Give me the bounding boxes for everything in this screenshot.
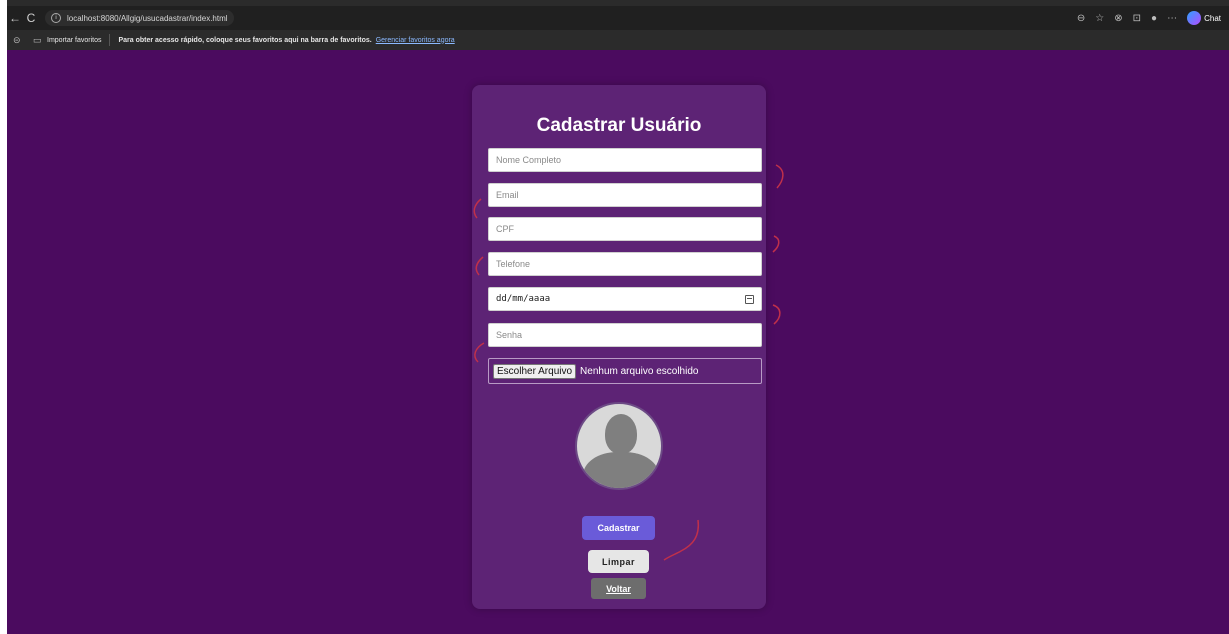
- register-card: Cadastrar Usuário Nome Completo Email CP…: [472, 85, 766, 609]
- email-input[interactable]: Email: [488, 183, 762, 207]
- birthdate-input[interactable]: dd/mm/aaaa: [488, 287, 762, 311]
- manage-favorites-link[interactable]: Gerenciar favoritos agora: [376, 37, 455, 44]
- browser-toolbar-right: ⊖ ☆ ⊗ ⊡ ● ⋯ Chat: [1077, 11, 1229, 25]
- phone-input[interactable]: Telefone: [488, 252, 762, 276]
- back-button[interactable]: Voltar: [591, 578, 646, 599]
- url-text: localhost:8080/Allgig/usucadastrar/index…: [67, 13, 228, 23]
- profile-icon[interactable]: ●: [1151, 13, 1157, 24]
- clear-button[interactable]: Limpar: [588, 550, 649, 573]
- extension-icon[interactable]: ⊗: [1114, 13, 1122, 24]
- more-menu-icon[interactable]: ⋯: [1167, 13, 1177, 24]
- cpf-placeholder: CPF: [496, 224, 514, 234]
- page-title: Cadastrar Usuário: [536, 115, 702, 136]
- site-info-icon[interactable]: i: [51, 13, 61, 23]
- submit-button[interactable]: Cadastrar: [582, 516, 655, 540]
- favorites-prompt-text: Para obter acesso rápido, coloque seus f…: [118, 36, 372, 44]
- file-status-text: Nenhum arquivo escolhido: [580, 365, 699, 377]
- favorite-star-icon[interactable]: ☆: [1095, 13, 1104, 24]
- full-name-input[interactable]: Nome Completo: [488, 148, 762, 172]
- browser-address-bar: ← C i localhost:8080/Allgig/usucadastrar…: [7, 6, 1229, 30]
- email-placeholder: Email: [496, 190, 519, 200]
- back-icon[interactable]: ←: [7, 11, 23, 25]
- favorites-divider: [109, 34, 111, 46]
- url-field[interactable]: i localhost:8080/Allgig/usucadastrar/ind…: [45, 10, 234, 26]
- avatar-body-shape: [583, 452, 659, 488]
- choose-file-button[interactable]: Escolher Arquivo: [493, 363, 577, 379]
- import-icon: ▭: [33, 34, 42, 45]
- password-input[interactable]: Senha: [488, 323, 762, 347]
- favorites-bar: ⊝ ▭ Importar favoritos Para obter acesso…: [7, 30, 1229, 50]
- avatar-placeholder: [575, 402, 663, 490]
- phone-placeholder: Telefone: [496, 259, 531, 269]
- password-placeholder: Senha: [496, 330, 523, 340]
- full-name-placeholder: Nome Completo: [496, 155, 562, 165]
- birthdate-value: dd/mm/aaaa: [496, 294, 551, 304]
- reload-icon[interactable]: C: [23, 11, 39, 25]
- cpf-input[interactable]: CPF: [488, 217, 762, 241]
- import-favorites-link[interactable]: Importar favoritos: [47, 37, 101, 44]
- copilot-icon: [1187, 11, 1202, 25]
- split-screen-icon[interactable]: ⊡: [1133, 13, 1141, 24]
- chat-button[interactable]: Chat: [1187, 11, 1221, 25]
- chat-label: Chat: [1204, 13, 1221, 23]
- avatar-head-shape: [605, 414, 637, 454]
- zoom-icon[interactable]: ⊖: [1077, 13, 1085, 24]
- photo-file-input[interactable]: Escolher Arquivo Nenhum arquivo escolhid…: [488, 358, 762, 384]
- calendar-icon[interactable]: [745, 294, 754, 304]
- favorites-collection-icon: ⊝: [13, 34, 21, 45]
